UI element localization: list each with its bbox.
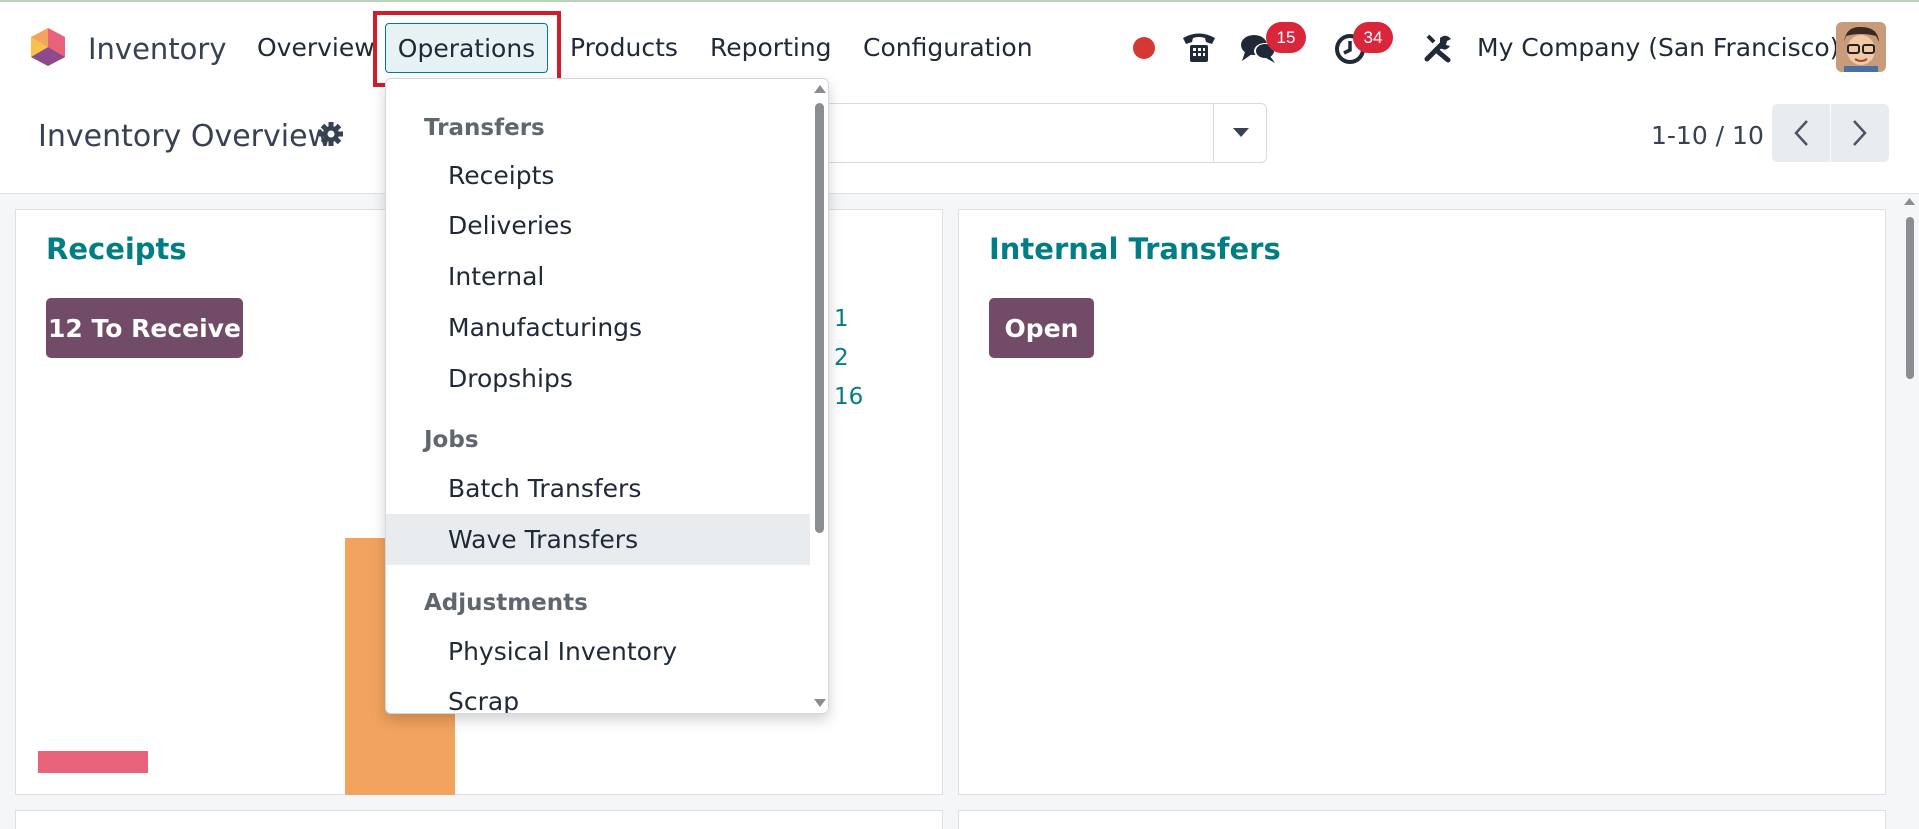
dropdown-item-scrap[interactable]: Scrap xyxy=(386,676,810,713)
dropdown-item-internal[interactable]: Internal xyxy=(386,251,810,302)
page-title: Inventory Overview xyxy=(38,119,333,154)
open-button[interactable]: Open xyxy=(989,298,1094,358)
stat-link[interactable]: 16 xyxy=(834,384,863,410)
menu-reporting[interactable]: Reporting xyxy=(710,33,832,62)
recording-dot-icon[interactable] xyxy=(1132,36,1156,60)
dropdown-header-adjustments: Adjustments xyxy=(424,590,588,616)
page-scroll-thumb[interactable] xyxy=(1906,217,1914,379)
search-input[interactable] xyxy=(820,103,1267,163)
dropdown-scroll-thumb[interactable] xyxy=(815,103,824,533)
top-navbar: Inventory Overview Operations Products R… xyxy=(0,0,1919,90)
chevron-right-icon xyxy=(1853,120,1867,146)
gear-icon[interactable] xyxy=(318,121,344,147)
highlight-box xyxy=(373,11,561,87)
dropdown-scroll-up-icon[interactable] xyxy=(814,85,826,94)
chevron-left-icon xyxy=(1794,120,1808,146)
scroll-up-arrow-icon[interactable] xyxy=(1904,198,1915,206)
graph-bar xyxy=(38,751,148,773)
inventory-app-logo[interactable] xyxy=(27,26,69,68)
dropdown-item-manufacturings[interactable]: Manufacturings xyxy=(386,302,810,353)
caret-down-icon xyxy=(1232,128,1249,137)
phone-icon[interactable] xyxy=(1180,29,1218,65)
dropdown-item-dropships[interactable]: Dropships xyxy=(386,353,810,404)
pager-value[interactable]: 1-10 / 10 xyxy=(1651,121,1764,150)
operations-dropdown: Transfers Receipts Deliveries Internal M… xyxy=(385,78,829,714)
activities-badge: 34 xyxy=(1353,22,1393,53)
dropdown-header-transfers: Transfers xyxy=(424,115,545,141)
to-receive-button[interactable]: 12 To Receive xyxy=(46,298,243,358)
pager-previous-button[interactable] xyxy=(1772,104,1830,162)
menu-overview[interactable]: Overview xyxy=(257,33,375,62)
receipts-card-title[interactable]: Receipts xyxy=(46,232,187,266)
dropdown-item-physical-inventory[interactable]: Physical Inventory xyxy=(386,626,810,677)
debug-tools-icon[interactable] xyxy=(1422,32,1454,64)
dropdown-header-jobs: Jobs xyxy=(424,427,479,453)
kanban-card xyxy=(958,810,1886,829)
search-options-toggle[interactable] xyxy=(1213,104,1267,162)
messages-badge: 15 xyxy=(1266,22,1306,53)
dropdown-item-receipts[interactable]: Receipts xyxy=(386,150,810,201)
dropdown-item-batch-transfers[interactable]: Batch Transfers xyxy=(386,463,810,514)
stat-link[interactable]: 1 xyxy=(834,306,849,332)
app-name[interactable]: Inventory xyxy=(88,32,227,66)
kanban-card xyxy=(15,810,943,829)
internal-transfers-card-title[interactable]: Internal Transfers xyxy=(989,232,1281,266)
stat-link[interactable]: 2 xyxy=(834,345,849,371)
internal-transfers-card: Internal Transfers Open xyxy=(958,209,1886,795)
dropdown-item-deliveries[interactable]: Deliveries xyxy=(386,200,810,251)
menu-products[interactable]: Products xyxy=(570,33,678,62)
user-avatar[interactable] xyxy=(1836,22,1886,72)
pager-next-button[interactable] xyxy=(1831,104,1889,162)
menu-configuration[interactable]: Configuration xyxy=(863,33,1033,62)
company-switcher[interactable]: My Company (San Francisco) xyxy=(1477,33,1839,62)
dropdown-scroll-down-icon[interactable] xyxy=(814,699,826,708)
dropdown-item-wave-transfers[interactable]: Wave Transfers xyxy=(386,514,810,565)
kanban-content: Receipts 12 To Receive 1 2 16 Internal T… xyxy=(0,194,1919,829)
